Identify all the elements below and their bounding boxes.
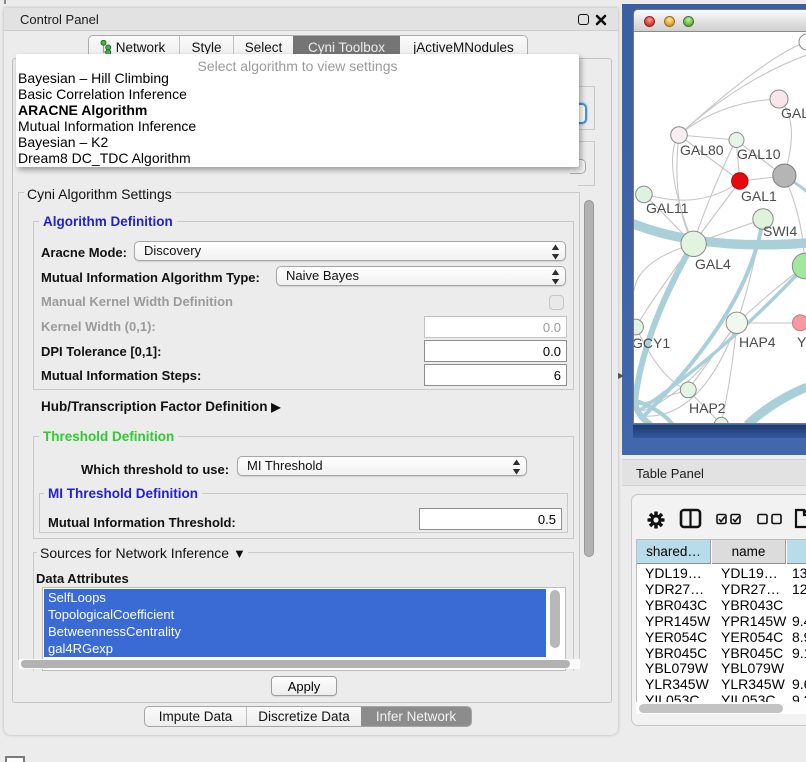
svg-text:GAL80: GAL80 bbox=[680, 142, 724, 158]
svg-text:HAP4: HAP4 bbox=[739, 334, 776, 350]
svg-text:SWI4: SWI4 bbox=[763, 223, 797, 239]
svg-text:Y: Y bbox=[797, 334, 806, 350]
svg-text:GAL10: GAL10 bbox=[737, 146, 781, 162]
svg-text:HAP2: HAP2 bbox=[689, 400, 726, 416]
svg-text:GAL1: GAL1 bbox=[741, 188, 777, 204]
svg-text:GAL: GAL bbox=[781, 105, 806, 121]
svg-text:GAL4: GAL4 bbox=[695, 256, 731, 272]
svg-text:GAL11: GAL11 bbox=[646, 200, 689, 216]
svg-text:GCY1: GCY1 bbox=[634, 335, 670, 351]
